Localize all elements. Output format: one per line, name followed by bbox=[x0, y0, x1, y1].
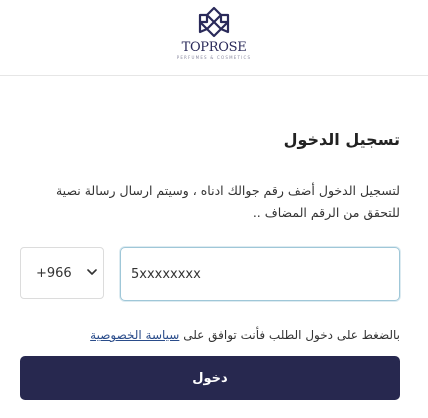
login-instructions: لتسجيل الدخول أضف رقم جوالك ادناه ، وسيت… bbox=[55, 183, 400, 220]
login-button[interactable]: دخول bbox=[20, 356, 400, 400]
brand-logo[interactable]: TOPROSE PERFUMES & COSMETICS bbox=[174, 5, 254, 69]
chevron-down-icon bbox=[87, 269, 97, 275]
page-title: تسجيل الدخول bbox=[283, 130, 400, 149]
country-code-value: +966 bbox=[36, 266, 72, 281]
phone-number-input[interactable] bbox=[120, 247, 400, 301]
brand-name: TOPROSE bbox=[181, 40, 247, 55]
phone-entry-row: +966 bbox=[20, 247, 400, 301]
site-header: TOPROSE PERFUMES & COSMETICS bbox=[0, 0, 428, 76]
terms-notice: بالضغط على دخول الطلب فأنت توافق على سيا… bbox=[90, 328, 400, 342]
country-code-select[interactable]: +966 bbox=[20, 247, 104, 299]
toprose-flower-logo-icon bbox=[198, 6, 230, 38]
brand-tagline: PERFUMES & COSMETICS bbox=[176, 55, 252, 60]
terms-text: بالضغط على دخول الطلب فأنت توافق على bbox=[183, 328, 400, 342]
privacy-policy-link[interactable]: سياسة الخصوصية bbox=[90, 328, 179, 342]
